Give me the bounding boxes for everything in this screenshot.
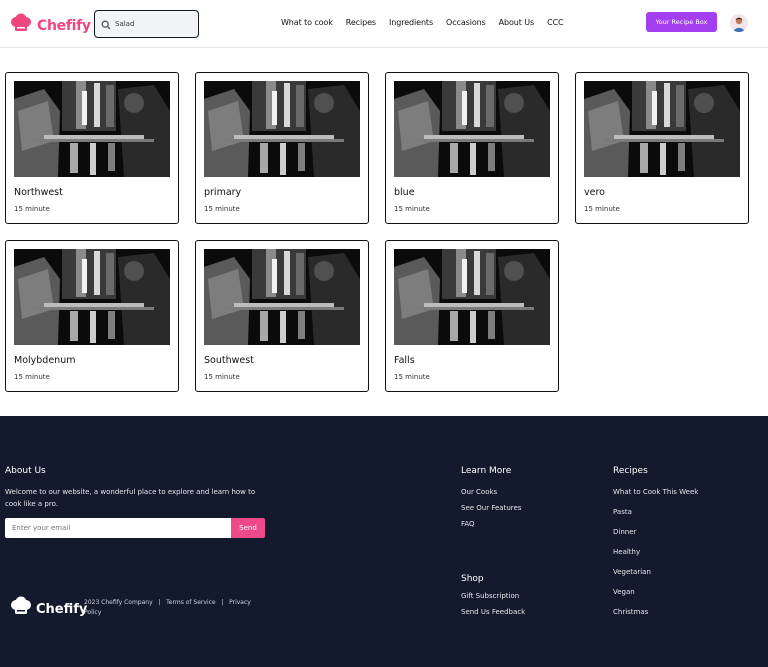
recipe-time: 15 minute bbox=[14, 373, 50, 381]
footer-link-our-cooks[interactable]: Our Cooks bbox=[461, 488, 497, 496]
recipe-time: 15 minute bbox=[204, 373, 240, 381]
search-icon bbox=[101, 15, 111, 34]
nav-what-to-cook[interactable]: What to cook bbox=[281, 18, 333, 27]
nav-ccc[interactable]: CCC bbox=[547, 18, 564, 27]
recipe-image bbox=[14, 249, 170, 345]
kitchen-photo bbox=[394, 81, 550, 177]
footer-link-vegan[interactable]: Vegan bbox=[613, 588, 635, 596]
recipe-image bbox=[584, 81, 740, 177]
recipe-time: 15 minute bbox=[394, 205, 430, 213]
kitchen-photo bbox=[394, 249, 550, 345]
copyright-text: 2023 Chefify Company bbox=[84, 599, 153, 606]
legal-separator: | bbox=[217, 599, 228, 606]
kitchen-photo bbox=[204, 249, 360, 345]
recipe-title: Molybdenum bbox=[14, 355, 76, 366]
recipe-image bbox=[204, 81, 360, 177]
terms-link[interactable]: Terms of Service bbox=[166, 599, 215, 606]
brand-logo[interactable]: Chefify bbox=[10, 13, 91, 39]
shop-heading: Shop bbox=[461, 574, 484, 584]
footer-link-christmas[interactable]: Christmas bbox=[613, 608, 648, 616]
recipe-card[interactable]: Molybdenum 15 minute bbox=[5, 240, 179, 392]
recipe-title: Northwest bbox=[14, 187, 63, 198]
footer-link-vegetarian[interactable]: Vegetarian bbox=[613, 568, 651, 576]
recipe-card[interactable]: primary 15 minute bbox=[195, 72, 369, 224]
footer-brand-name: Chefify bbox=[36, 601, 88, 617]
footer-brand-logo[interactable]: Chefify bbox=[10, 596, 87, 622]
recipe-time: 15 minute bbox=[204, 205, 240, 213]
kitchen-photo bbox=[14, 81, 170, 177]
brand-name: Chefify bbox=[37, 18, 91, 34]
recipes-heading: Recipes bbox=[613, 466, 648, 476]
footer-link-faq[interactable]: FAQ bbox=[461, 520, 475, 528]
recipe-time: 15 minute bbox=[394, 373, 430, 381]
recipe-image bbox=[204, 249, 360, 345]
nav-about-us[interactable]: About Us bbox=[499, 18, 535, 27]
recipe-image bbox=[14, 81, 170, 177]
chef-hat-icon bbox=[10, 596, 32, 622]
site-footer: About Us Welcome to our website, a wonde… bbox=[0, 416, 768, 667]
recipe-time: 15 minute bbox=[14, 205, 50, 213]
recipe-title: primary bbox=[204, 187, 242, 198]
footer-link-gift[interactable]: Gift Subscription bbox=[461, 592, 519, 600]
recipe-card[interactable]: Northwest 15 minute bbox=[5, 72, 179, 224]
footer-legal: 2023 Chefify Company | Terms of Service … bbox=[84, 598, 260, 618]
footer-link-healthy[interactable]: Healthy bbox=[613, 548, 640, 556]
recipe-card[interactable]: vero 15 minute bbox=[575, 72, 749, 224]
recipe-card[interactable]: Southwest 15 minute bbox=[195, 240, 369, 392]
email-field[interactable] bbox=[5, 518, 231, 538]
recipe-title: Falls bbox=[394, 355, 415, 366]
footer-link-features[interactable]: See Our Features bbox=[461, 504, 521, 512]
recipe-image bbox=[394, 81, 550, 177]
recipe-image bbox=[394, 249, 550, 345]
recipe-card[interactable]: blue 15 minute bbox=[385, 72, 559, 224]
footer-link-this-week[interactable]: What to Cook This Week bbox=[613, 488, 698, 496]
footer-link-feedback[interactable]: Send Us Feedback bbox=[461, 608, 525, 616]
recipe-box-button[interactable]: Your Recipe Box bbox=[646, 12, 717, 32]
recipe-title: Southwest bbox=[204, 355, 254, 366]
recipe-title: blue bbox=[394, 187, 415, 198]
avatar[interactable] bbox=[730, 14, 748, 32]
nav-recipes[interactable]: Recipes bbox=[346, 18, 376, 27]
recipe-card[interactable]: Falls 15 minute bbox=[385, 240, 559, 392]
recipe-title: vero bbox=[584, 187, 605, 198]
nav-occasions[interactable]: Occasions bbox=[446, 18, 486, 27]
kitchen-photo bbox=[204, 81, 360, 177]
search-input[interactable] bbox=[115, 20, 193, 28]
footer-link-dinner[interactable]: Dinner bbox=[613, 528, 636, 536]
about-text: Welcome to our website, a wonderful plac… bbox=[5, 488, 256, 508]
legal-separator: | bbox=[154, 599, 165, 606]
chef-hat-icon bbox=[10, 13, 32, 39]
nav-ingredients[interactable]: Ingredients bbox=[389, 18, 433, 27]
recipe-time: 15 minute bbox=[584, 205, 620, 213]
kitchen-photo bbox=[584, 81, 740, 177]
about-heading: About Us bbox=[5, 466, 46, 476]
learn-more-heading: Learn More bbox=[461, 466, 512, 476]
main-nav: What to cook Recipes Ingredients Occasio… bbox=[281, 18, 577, 27]
search-box[interactable] bbox=[94, 10, 199, 38]
send-button[interactable]: Send bbox=[231, 518, 265, 538]
kitchen-photo bbox=[14, 249, 170, 345]
site-header: Chefify What to cook Recipes Ingredients… bbox=[0, 0, 768, 48]
footer-link-pasta[interactable]: Pasta bbox=[613, 508, 632, 516]
